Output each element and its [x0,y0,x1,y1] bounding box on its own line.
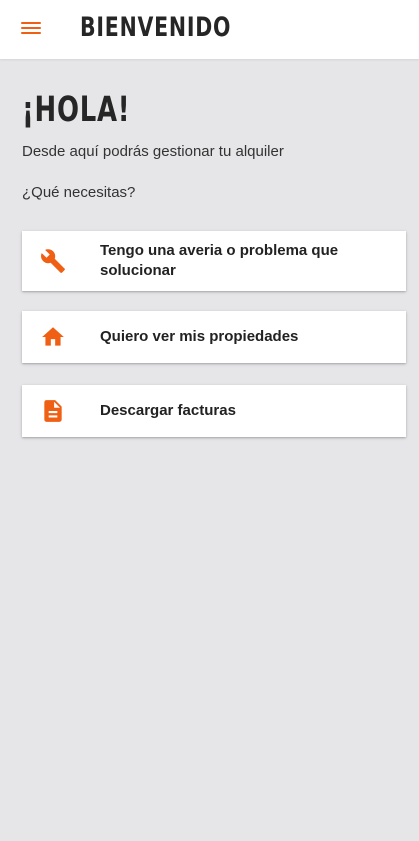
page-title: BIENVENIDO [80,12,232,43]
wrench-icon [40,248,66,274]
report-issue-card[interactable]: Tengo una averia o problema que solucion… [22,231,406,291]
download-invoices-label: Descargar facturas [100,402,236,419]
view-properties-card[interactable]: Quiero ver mis propiedades [22,311,406,363]
question-text: ¿Qué necesitas? [22,184,136,201]
app-screen: BIENVENIDO ¡HOLA! Desde aquí podrás gest… [0,0,419,841]
home-icon [40,324,66,350]
greeting-heading: ¡HOLA! [22,90,131,130]
hamburger-menu-icon[interactable] [21,20,41,36]
download-invoices-card[interactable]: Descargar facturas [22,385,406,437]
view-properties-label: Quiero ver mis propiedades [100,328,299,345]
subtitle-text: Desde aquí podrás gestionar tu alquiler [22,143,284,160]
report-issue-label: Tengo una averia o problema que solucion… [100,242,339,279]
app-bar: BIENVENIDO [0,0,419,59]
document-icon [40,398,66,424]
